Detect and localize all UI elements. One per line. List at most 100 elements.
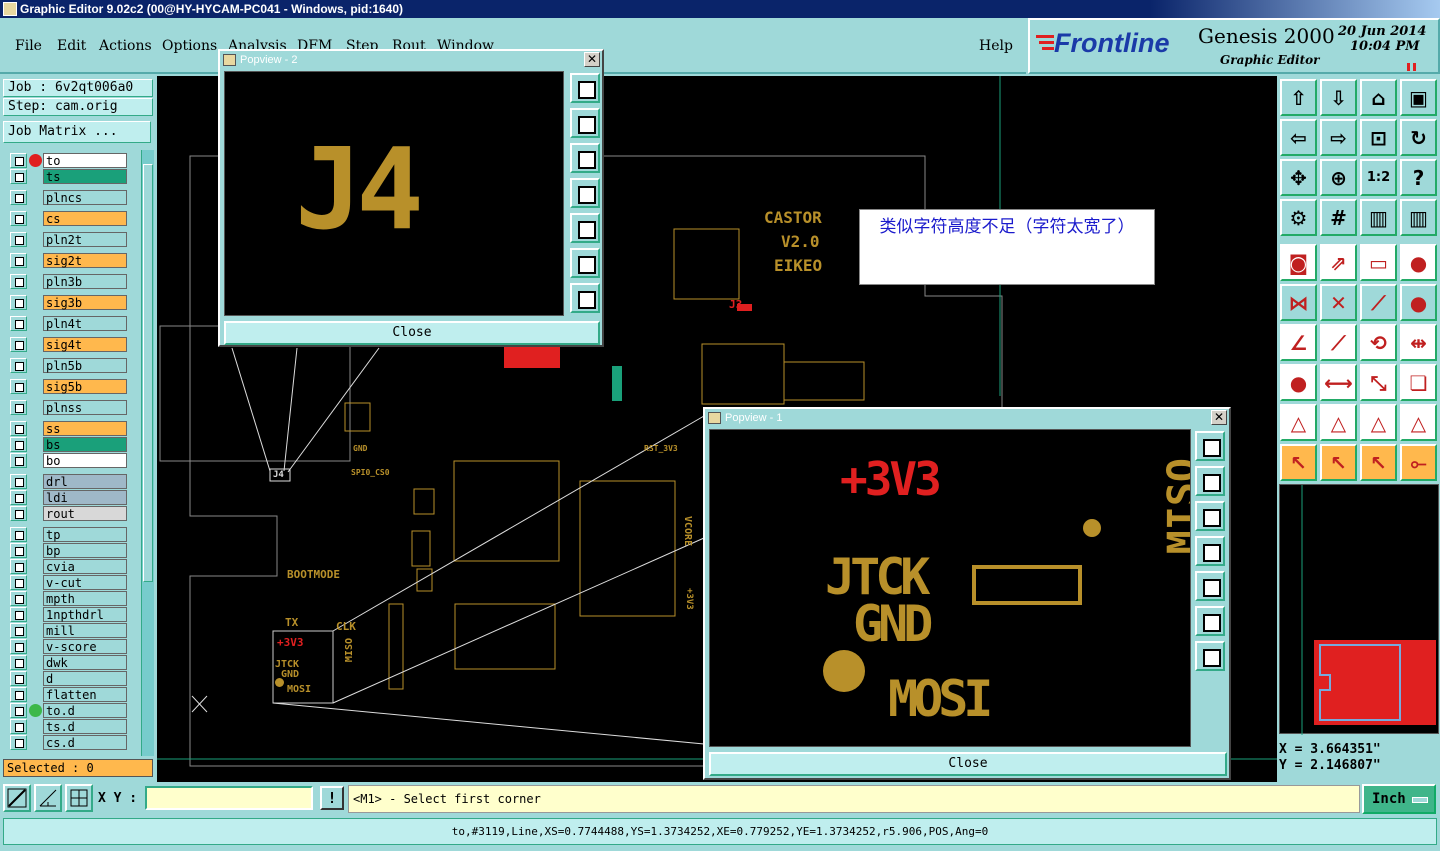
open-step-icon[interactable]: ⇧ [1280,79,1317,116]
popview-2-pan-down-icon[interactable] [570,143,600,173]
layer-name[interactable]: pln5b [43,358,127,373]
menu-help[interactable]: Help [979,38,1013,54]
add-point-icon[interactable]: ● [1280,364,1317,401]
layer-checkbox[interactable] [10,719,27,734]
layer-checkbox[interactable] [10,379,27,394]
layer-checkbox[interactable] [10,421,27,436]
select-feature-icon[interactable]: ◙ [1280,244,1317,281]
triangle-a-icon[interactable]: △ [1280,404,1317,441]
layer-checkbox[interactable] [10,453,27,468]
layer-checkbox[interactable] [10,169,27,184]
layer-row-ldi[interactable]: ldi [10,490,127,505]
layer-row-ts[interactable]: ts [10,169,127,184]
layer-name[interactable]: sig4t [43,337,127,352]
pointer-icon[interactable]: ↖ [1280,444,1317,481]
popview-2-pan-up-icon[interactable] [570,108,600,138]
popview-2-pan-right-icon[interactable] [570,213,600,243]
grid-icon[interactable] [65,784,93,812]
pan-left-icon[interactable]: ⇦ [1280,119,1317,156]
popview-2-close-icon[interactable]: ✕ [584,52,600,67]
layer-checkbox[interactable] [10,575,27,590]
measure-icon[interactable] [34,784,62,812]
layer-name[interactable]: mpth [43,591,127,606]
net-icon[interactable]: ⋈ [1280,284,1317,321]
layer-row-v-score[interactable]: v-score [10,639,127,654]
layer-row-d[interactable]: d [10,671,127,686]
layer-name[interactable]: tp [43,527,127,542]
delete-icon[interactable]: ✕ [1320,284,1357,321]
snap-icon[interactable] [3,784,31,812]
layer-name[interactable]: sig3b [43,295,127,310]
layer-name[interactable]: bo [43,453,127,468]
layer-checkbox[interactable] [10,190,27,205]
popview-1-pan-up-icon[interactable] [1195,466,1225,496]
select-box-icon[interactable]: ↖ [1320,444,1357,481]
menu-edit[interactable]: Edit [57,38,86,54]
layer-row-sig3b[interactable]: sig3b [10,295,127,310]
layer-checkbox[interactable] [10,337,27,352]
layer-row-sig2t[interactable]: sig2t [10,253,127,268]
layer-row-to.d[interactable]: to.d [10,703,127,718]
connect-icon[interactable]: ⟜ [1400,444,1437,481]
layer-name[interactable]: 1npthdrl [43,607,127,622]
zoom-fit-icon[interactable]: ✥ [1280,159,1317,196]
layer-name[interactable]: ldi [43,490,127,505]
layer-checkbox[interactable] [10,490,27,505]
layer-name[interactable]: sig2t [43,253,127,268]
layer-row-cvia[interactable]: cvia [10,559,127,574]
scale-icon[interactable]: 1:2 [1360,159,1397,196]
layer-checkbox[interactable] [10,591,27,606]
grid-toggle-icon[interactable]: # [1320,199,1357,236]
rotate-icon[interactable]: ⟲ [1360,324,1397,361]
add-line-icon[interactable]: ⟋ [1360,284,1397,321]
layer-row-ss[interactable]: ss [10,421,127,436]
layer-checkbox[interactable] [10,437,27,452]
layer-row-dwk[interactable]: dwk [10,655,127,670]
popview-2-canvas[interactable]: J4 [224,71,564,316]
layer-display-icon[interactable]: ▥ [1360,199,1397,236]
layer-name[interactable]: to [43,153,127,168]
layer-row-v-cut[interactable]: v-cut [10,575,127,590]
menu-actions[interactable]: Actions [99,38,152,54]
layer-checkbox[interactable] [10,687,27,702]
layer-name[interactable]: ts [43,169,127,184]
layer-row-drl[interactable]: drl [10,474,127,489]
layer-list-scrollbar[interactable] [141,150,154,756]
layer-row-pln5b[interactable]: pln5b [10,358,127,373]
layer-row-plncs[interactable]: plncs [10,190,127,205]
popview-1-close-icon[interactable]: ✕ [1211,410,1227,425]
home-icon[interactable]: ⌂ [1360,79,1397,116]
zoom-window-icon[interactable]: ⊡ [1360,119,1397,156]
mirror-icon[interactable]: ⇹ [1400,324,1437,361]
resize-icon[interactable]: ⤡ [1360,364,1397,401]
layer-checkbox[interactable] [10,316,27,331]
layer-row-bp[interactable]: bp [10,543,127,558]
layer-checkbox[interactable] [10,211,27,226]
overview-map[interactable] [1279,484,1439,735]
layer-row-pln3b[interactable]: pln3b [10,274,127,289]
ruler-icon[interactable]: ▭ [1360,244,1397,281]
pan-right-icon[interactable]: ⇨ [1320,119,1357,156]
layer-name[interactable]: d [43,671,127,686]
layer-row-bs[interactable]: bs [10,437,127,452]
popview-1-titlebar[interactable]: Popview - 1 ✕ [705,409,1229,427]
select-poly-icon[interactable]: ↖ [1360,444,1397,481]
layer-checkbox[interactable] [10,474,27,489]
layer-name[interactable]: plncs [43,190,127,205]
layer-name[interactable]: ss [43,421,127,436]
layer-checkbox[interactable] [10,655,27,670]
layer-checkbox[interactable] [10,623,27,638]
popview-1-pan-left-icon[interactable] [1195,536,1225,566]
units-dropdown[interactable]: Inch [1362,784,1436,814]
layer-row-bo[interactable]: bo [10,453,127,468]
job-matrix-button[interactable]: Job Matrix ... [3,121,151,143]
layer-checkbox[interactable] [10,253,27,268]
redraw-icon[interactable]: ↻ [1400,119,1437,156]
layer-name[interactable]: to.d [43,703,127,718]
layer-name[interactable]: sig5b [43,379,127,394]
layer-row-to[interactable]: to [10,153,127,168]
layer-name[interactable]: bs [43,437,127,452]
snap-point-icon[interactable]: ● [1400,244,1437,281]
layer-checkbox[interactable] [10,527,27,542]
popview-1-zoom-in-icon[interactable] [1195,606,1225,636]
